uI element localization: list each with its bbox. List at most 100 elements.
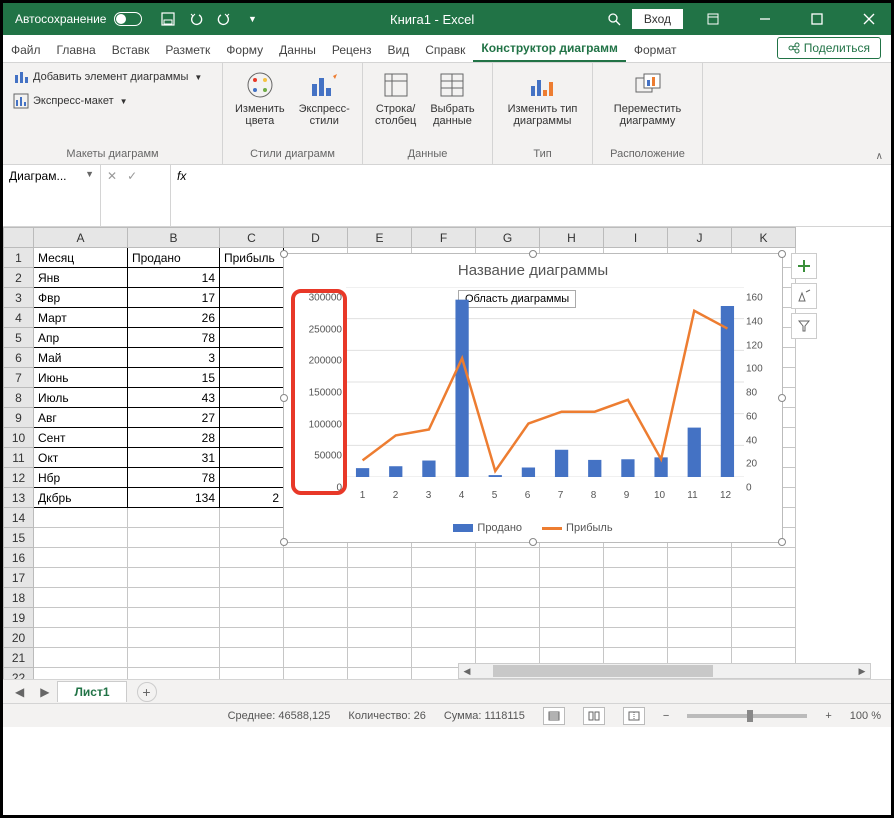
cell[interactable]: Месяц xyxy=(34,248,128,268)
cell[interactable] xyxy=(476,568,540,588)
cell[interactable] xyxy=(412,588,476,608)
cell[interactable] xyxy=(412,548,476,568)
cell[interactable]: 31 xyxy=(128,448,220,468)
sheet-nav-prev-icon[interactable]: ◀ xyxy=(7,685,32,699)
cell[interactable] xyxy=(348,608,412,628)
cell[interactable] xyxy=(284,648,348,668)
qat-dropdown-icon[interactable]: ▼ xyxy=(244,11,260,27)
cell[interactable]: Фвр xyxy=(34,288,128,308)
cell[interactable] xyxy=(540,568,604,588)
cell[interactable]: 28 xyxy=(128,428,220,448)
cell[interactable] xyxy=(604,568,668,588)
cell[interactable] xyxy=(34,528,128,548)
col-header[interactable]: J xyxy=(668,228,732,248)
tab-home[interactable]: Главна xyxy=(49,38,104,62)
cell[interactable] xyxy=(128,648,220,668)
row-header[interactable]: 18 xyxy=(4,588,34,608)
tab-data[interactable]: Данны xyxy=(271,38,324,62)
row-header[interactable]: 7 xyxy=(4,368,34,388)
cell[interactable] xyxy=(220,268,284,288)
row-header[interactable]: 8 xyxy=(4,388,34,408)
tab-review[interactable]: Реценз xyxy=(324,38,380,62)
cell[interactable]: Июнь xyxy=(34,368,128,388)
autosave-toggle[interactable] xyxy=(114,12,142,26)
cell[interactable] xyxy=(604,588,668,608)
cell[interactable] xyxy=(34,588,128,608)
cell[interactable]: Янв xyxy=(34,268,128,288)
undo-icon[interactable] xyxy=(188,11,204,27)
cell[interactable] xyxy=(34,508,128,528)
cell[interactable] xyxy=(220,508,284,528)
chart-axis-x[interactable]: 123456789101112 xyxy=(346,490,742,506)
enter-formula-icon[interactable]: ✓ xyxy=(127,169,137,183)
zoom-out-icon[interactable]: − xyxy=(663,710,669,722)
zoom-slider[interactable] xyxy=(687,714,807,718)
tab-view[interactable]: Вид xyxy=(380,38,418,62)
cell[interactable] xyxy=(540,588,604,608)
tab-file[interactable]: Файл xyxy=(3,38,49,62)
cell[interactable] xyxy=(220,668,284,680)
chevron-down-icon[interactable]: ▼ xyxy=(85,169,94,179)
add-chart-element-button[interactable]: Добавить элемент диаграммы▼ xyxy=(11,67,204,87)
cell[interactable]: 2 xyxy=(220,488,284,508)
chart-title[interactable]: Название диаграммы xyxy=(284,254,782,281)
cell[interactable] xyxy=(412,568,476,588)
cell[interactable] xyxy=(220,288,284,308)
row-header[interactable]: 21 xyxy=(4,648,34,668)
cell[interactable]: Апр xyxy=(34,328,128,348)
cell[interactable]: Сент xyxy=(34,428,128,448)
row-header[interactable]: 13 xyxy=(4,488,34,508)
cell[interactable] xyxy=(34,548,128,568)
cell[interactable] xyxy=(476,548,540,568)
row-header[interactable]: 12 xyxy=(4,468,34,488)
cell[interactable] xyxy=(220,368,284,388)
tab-chart-design[interactable]: Конструктор диаграмм xyxy=(473,36,625,62)
chart-legend[interactable]: Продано Прибыль xyxy=(284,522,782,534)
search-icon[interactable] xyxy=(604,9,624,29)
row-header[interactable]: 16 xyxy=(4,548,34,568)
cell[interactable] xyxy=(604,608,668,628)
row-header[interactable]: 15 xyxy=(4,528,34,548)
cell[interactable] xyxy=(732,588,796,608)
cell[interactable] xyxy=(348,628,412,648)
minimize-icon[interactable] xyxy=(743,3,787,35)
col-header[interactable]: F xyxy=(412,228,476,248)
cell[interactable] xyxy=(220,568,284,588)
cell[interactable] xyxy=(34,668,128,680)
cell[interactable] xyxy=(220,588,284,608)
quick-layout-button[interactable]: Экспресс-макет▼ xyxy=(11,91,130,111)
cell[interactable] xyxy=(128,508,220,528)
horizontal-scrollbar[interactable]: ◀▶ xyxy=(458,663,871,679)
cell[interactable] xyxy=(220,308,284,328)
tab-formulas[interactable]: Форму xyxy=(218,38,271,62)
cell[interactable] xyxy=(348,568,412,588)
row-header[interactable]: 17 xyxy=(4,568,34,588)
cell[interactable] xyxy=(128,528,220,548)
cell[interactable]: 14 xyxy=(128,268,220,288)
sheet-nav-next-icon[interactable]: ▶ xyxy=(32,685,57,699)
cell[interactable] xyxy=(476,628,540,648)
cancel-formula-icon[interactable]: ✕ xyxy=(107,169,117,183)
zoom-in-icon[interactable]: + xyxy=(825,710,831,722)
view-pagebreak-icon[interactable] xyxy=(623,707,645,725)
tab-help[interactable]: Справк xyxy=(417,38,473,62)
cell[interactable] xyxy=(128,608,220,628)
select-data-button[interactable]: Выбрать данные xyxy=(426,67,478,129)
cell[interactable] xyxy=(220,448,284,468)
redo-icon[interactable] xyxy=(216,11,232,27)
view-normal-icon[interactable] xyxy=(543,707,565,725)
quick-styles-button[interactable]: Экспресс- стили xyxy=(295,67,354,129)
cell[interactable] xyxy=(128,628,220,648)
col-header[interactable]: H xyxy=(540,228,604,248)
cell[interactable] xyxy=(668,628,732,648)
close-icon[interactable] xyxy=(847,3,891,35)
cell[interactable] xyxy=(34,648,128,668)
cell[interactable] xyxy=(668,588,732,608)
row-header[interactable]: 4 xyxy=(4,308,34,328)
cell[interactable] xyxy=(128,568,220,588)
cell[interactable] xyxy=(220,608,284,628)
cell[interactable] xyxy=(348,668,412,680)
cell[interactable] xyxy=(604,548,668,568)
name-box[interactable]: Диаграм...▼ xyxy=(3,165,101,226)
cell[interactable] xyxy=(732,568,796,588)
